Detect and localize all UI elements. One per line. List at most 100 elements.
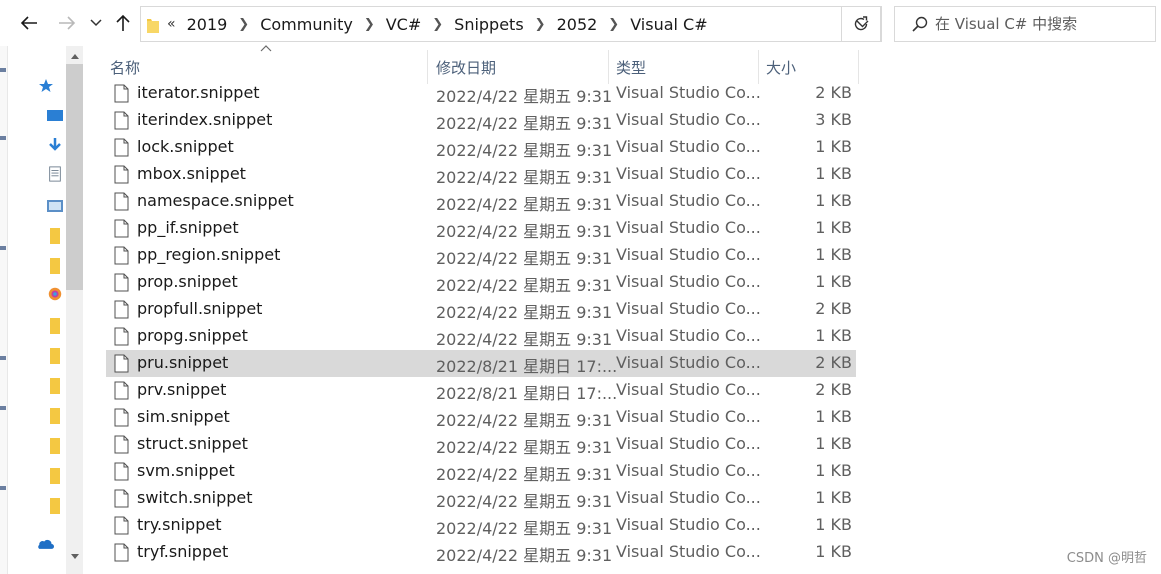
column-header-type[interactable]: 类型 [616, 50, 756, 84]
file-date: 2022/4/22 星期五 9:31 [436, 195, 613, 214]
chevron-right-icon[interactable]: ❯ [238, 17, 249, 32]
file-type: Visual Studio Co... [616, 164, 761, 183]
file-type: Visual Studio Co... [616, 407, 761, 426]
file-date: 2022/4/22 星期五 9:31 [436, 465, 613, 484]
breadcrumb-item-2052[interactable]: 2052 [554, 15, 601, 34]
file-type: Visual Studio Co... [616, 326, 761, 345]
address-bar[interactable]: « 2019 ❯ Community ❯ VC# ❯ Snippets ❯ 20… [140, 6, 882, 42]
file-size: 2 KB [815, 299, 852, 318]
column-divider[interactable] [427, 50, 428, 84]
photos-icon[interactable] [46, 286, 64, 302]
file-row[interactable]: struct.snippet 2022/4/22 星期五 9:31 Visual S… [106, 431, 856, 458]
folder-icon[interactable] [46, 438, 64, 454]
file-name: pru.snippet [137, 353, 229, 372]
file-row[interactable]: svm.snippet 2022/4/22 星期五 9:31 Visual Stud… [106, 458, 856, 485]
column-divider[interactable] [758, 50, 759, 84]
folder-icon[interactable] [46, 468, 64, 484]
breadcrumb-overflow[interactable]: « [167, 16, 176, 32]
search-box[interactable] [894, 6, 1156, 42]
folder-icon[interactable] [46, 378, 64, 394]
recent-locations-button[interactable] [84, 8, 108, 38]
file-type: Visual Studio Co... [616, 191, 761, 210]
up-button[interactable] [108, 8, 138, 38]
column-header-date[interactable]: 修改日期 [436, 50, 606, 84]
folder-icon[interactable] [46, 348, 64, 364]
refresh-button[interactable] [841, 6, 881, 42]
search-input[interactable] [935, 15, 1135, 33]
forward-button[interactable] [52, 8, 82, 38]
download-icon[interactable] [46, 138, 64, 154]
folder-icon[interactable] [46, 228, 64, 244]
breadcrumb-item-community[interactable]: Community [257, 15, 356, 34]
background-window-edge [0, 46, 8, 574]
navigation-scroll-thumb[interactable] [66, 64, 83, 290]
file-row[interactable]: mbox.snippet 2022/4/22 星期五 9:31 Visual Stu… [106, 161, 856, 188]
file-icon [114, 138, 129, 157]
file-row[interactable]: prv.snippet 2022/8/21 星期日 17:... Visual St… [106, 377, 856, 404]
chevron-right-icon[interactable]: ❯ [432, 17, 443, 32]
document-icon[interactable] [46, 166, 64, 182]
file-row[interactable]: propg.snippet 2022/4/22 星期五 9:31 Visual St… [106, 323, 856, 350]
folder-icon[interactable] [46, 408, 64, 424]
file-icon [114, 327, 129, 346]
file-row[interactable]: prop.snippet 2022/4/22 星期五 9:31 Visual Stu… [106, 269, 856, 296]
folder-icon[interactable] [46, 498, 64, 514]
folder-icon[interactable] [46, 258, 64, 274]
file-row[interactable]: namespace.snippet 2022/4/22 星期五 9:31 Visua… [106, 188, 856, 215]
file-name: svm.snippet [137, 461, 235, 480]
column-header-size[interactable]: 大小 [766, 50, 856, 84]
file-size: 2 KB [815, 83, 852, 102]
desktop-icon[interactable] [46, 108, 64, 124]
file-row[interactable]: pp_if.snippet 2022/4/22 星期五 9:31 Visual St… [106, 215, 856, 242]
file-type: Visual Studio Co... [616, 218, 761, 237]
file-list: 名称 修改日期 类型 大小 iterator.snippet 2022/4/22 … [90, 45, 1161, 574]
triangle-down-icon [70, 553, 79, 559]
file-icon [114, 408, 129, 427]
file-row[interactable]: lock.snippet 2022/4/22 星期五 9:31 Visual Stu… [106, 134, 856, 161]
file-row[interactable]: pp_region.snippet 2022/4/22 星期五 9:31 Visua… [106, 242, 856, 269]
onedrive-icon[interactable] [36, 536, 54, 552]
file-size: 1 KB [815, 245, 852, 264]
folder-icon[interactable] [46, 318, 64, 334]
file-row[interactable]: pru.snippet 2022/8/21 星期日 17:... Visual St… [106, 350, 856, 377]
column-divider[interactable] [858, 50, 859, 84]
file-name: lock.snippet [137, 137, 234, 156]
file-icon [114, 246, 129, 265]
pin-star-icon[interactable] [38, 78, 56, 94]
file-date: 2022/4/22 星期五 9:31 [436, 222, 613, 241]
scroll-down-arrow[interactable] [66, 548, 83, 564]
file-type: Visual Studio Co... [616, 434, 761, 453]
chevron-right-icon[interactable]: ❯ [535, 17, 546, 32]
file-row[interactable]: switch.snippet 2022/4/22 星期五 9:31 Visual S… [106, 485, 856, 512]
file-name: struct.snippet [137, 434, 248, 453]
file-name: prop.snippet [137, 272, 238, 291]
breadcrumb-item-vcsharp[interactable]: VC# [383, 15, 425, 34]
chevron-right-icon[interactable]: ❯ [364, 17, 375, 32]
file-date: 2022/4/22 星期五 9:31 [436, 114, 613, 133]
file-row[interactable]: propfull.snippet 2022/4/22 星期五 9:31 Visual… [106, 296, 856, 323]
scroll-up-arrow[interactable] [66, 48, 83, 64]
arrow-left-icon [20, 16, 37, 30]
file-icon [114, 516, 129, 535]
file-size: 1 KB [815, 218, 852, 237]
file-row[interactable]: tryf.snippet 2022/4/22 星期五 9:31 Visual Stu… [106, 539, 856, 566]
file-date: 2022/4/22 星期五 9:31 [436, 330, 613, 349]
picture-icon[interactable] [46, 198, 64, 214]
file-size: 1 KB [815, 191, 852, 210]
file-icon [114, 381, 129, 400]
file-name: mbox.snippet [137, 164, 246, 183]
column-header-name[interactable]: 名称 [110, 50, 426, 84]
arrow-right-icon [59, 16, 76, 30]
file-row[interactable]: iterator.snippet 2022/4/22 星期五 9:31 Visual… [106, 80, 856, 107]
breadcrumb-item-snippets[interactable]: Snippets [451, 15, 527, 34]
breadcrumb-item-visual-csharp[interactable]: Visual C# [627, 15, 710, 34]
file-name: pp_if.snippet [137, 218, 239, 237]
column-divider[interactable] [608, 50, 609, 84]
back-button[interactable] [14, 8, 44, 38]
file-row[interactable]: try.snippet 2022/4/22 星期五 9:31 Visual Stud… [106, 512, 856, 539]
chevron-right-icon[interactable]: ❯ [608, 17, 619, 32]
file-row[interactable]: iterindex.snippet 2022/4/22 星期五 9:31 Visua… [106, 107, 856, 134]
file-type: Visual Studio Co... [616, 272, 761, 291]
file-row[interactable]: sim.snippet 2022/4/22 星期五 9:31 Visual Stud… [106, 404, 856, 431]
breadcrumb-item-2019[interactable]: 2019 [184, 15, 231, 34]
